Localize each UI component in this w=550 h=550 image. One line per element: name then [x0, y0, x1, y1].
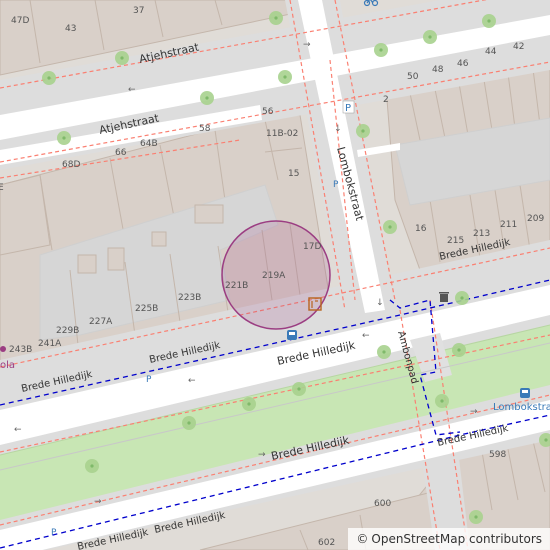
house-number: 46 [457, 59, 469, 69]
poi-label-cut[interactable]: ola [0, 360, 15, 371]
oneway-arrow-icon: → [303, 40, 311, 50]
house-number: 600 [374, 499, 391, 509]
oneway-arrow-icon: ← [188, 376, 196, 386]
house-number: 602 [318, 538, 335, 548]
house-number-cut: E [0, 183, 4, 193]
house-number: 15 [288, 169, 299, 179]
house-number: 213 [473, 229, 490, 239]
attribution-text: OpenStreetMap contributors [371, 532, 542, 546]
map-view[interactable]: ← → → → ← ← ← → → → P P P P Atjehstraat … [0, 0, 550, 550]
parking-label[interactable]: P [333, 180, 339, 190]
oneway-arrow-icon: → [332, 124, 342, 132]
house-number: 241A [38, 339, 62, 349]
house-number: 37 [133, 6, 144, 16]
map-canvas[interactable]: ← → → → ← ← ← → → → P P P P Atjehstraat … [0, 0, 550, 550]
oneway-arrow-icon: ← [362, 331, 370, 341]
house-number: 243B [9, 345, 32, 355]
bus-stop-label[interactable]: Lombokstraat [493, 402, 550, 413]
house-number: 64B [140, 139, 158, 149]
parking-label: P [345, 103, 351, 114]
house-number: 215 [447, 236, 464, 246]
house-number: 17D [303, 242, 321, 252]
parking-label[interactable]: P [51, 528, 57, 538]
house-number: 209 [527, 214, 544, 224]
house-number: 42 [513, 42, 524, 52]
copyright-symbol: © [356, 532, 369, 546]
oneway-arrow-icon: → [258, 450, 266, 460]
house-number: 219A [262, 271, 286, 281]
house-number: 2 [383, 95, 389, 105]
oneway-arrow-icon: → [470, 407, 478, 417]
house-number: 227A [89, 317, 113, 327]
bus-icon[interactable] [520, 388, 530, 398]
house-number: 223B [178, 293, 201, 303]
waste-basket-icon[interactable] [439, 292, 449, 302]
map-attribution[interactable]: © OpenStreetMap contributors [348, 528, 550, 550]
house-number: 47D [11, 16, 29, 26]
house-number: 48 [432, 65, 444, 75]
house-number: 211 [500, 220, 517, 230]
house-number: 11B-02 [266, 129, 298, 139]
oneway-arrow-icon: → [94, 497, 102, 507]
oneway-arrow-icon: ← [128, 85, 136, 95]
oneway-arrow-icon: → [374, 298, 384, 306]
house-number: 225B [135, 304, 158, 314]
oneway-arrow-icon: ← [14, 425, 22, 435]
house-number: 43 [65, 24, 76, 34]
house-number: 50 [407, 72, 419, 82]
house-number: 229B [56, 326, 79, 336]
poi-dot[interactable] [0, 346, 6, 352]
parking-label[interactable]: P [146, 375, 152, 385]
house-number: 56 [262, 107, 274, 117]
house-number: 16 [415, 224, 427, 234]
house-number: 66 [115, 148, 127, 158]
house-number: 598 [489, 450, 506, 460]
house-number: 44 [485, 47, 497, 57]
house-number: 58 [199, 124, 211, 134]
house-number: 68D [62, 160, 80, 170]
house-number: 221B [225, 281, 248, 291]
parking-icon[interactable]: P [342, 100, 355, 114]
bus-icon[interactable] [287, 330, 297, 340]
